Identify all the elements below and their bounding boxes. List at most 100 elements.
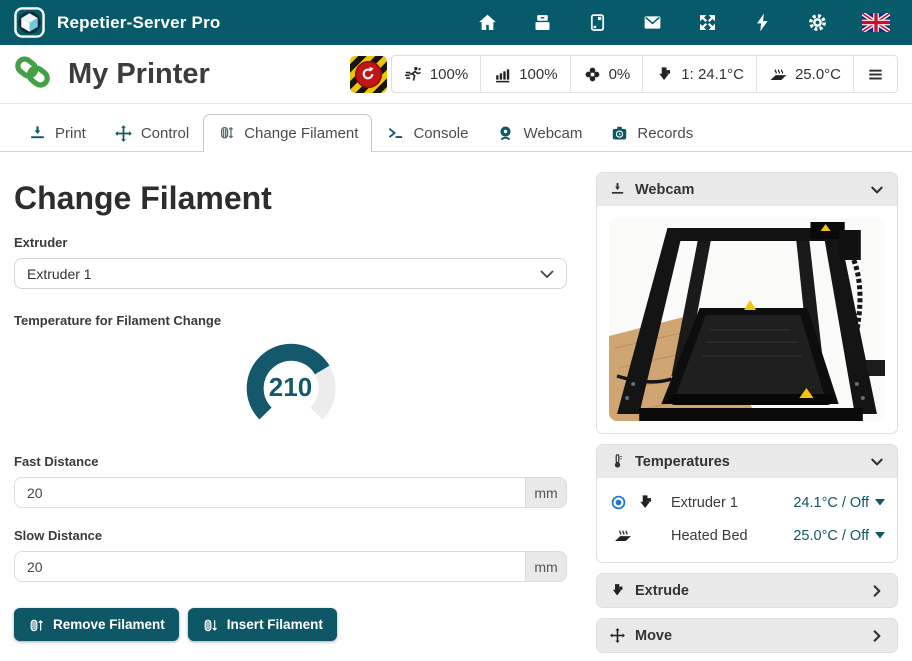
printer-tabbar: Print Control Change Filament Console We… — [0, 104, 912, 152]
slow-distance-unit: mm — [525, 551, 567, 582]
webcam-body — [597, 206, 897, 433]
control-move-icon — [114, 124, 133, 143]
manual-icon[interactable] — [587, 12, 608, 33]
extruder-temp-value: 1: 24.1°C — [681, 66, 744, 83]
chevron-right-icon — [869, 628, 885, 644]
brand-title[interactable]: Repetier-Server Pro — [57, 13, 220, 33]
fast-distance-group: mm — [14, 477, 567, 508]
fullscreen-icon[interactable] — [697, 12, 718, 33]
speed-status[interactable]: 100% — [392, 56, 480, 92]
navbar-icons — [477, 12, 890, 33]
temperature-gauge[interactable]: 210 — [239, 336, 343, 440]
radio-selected-icon[interactable] — [609, 493, 628, 512]
content: Change Filament Extruder Extruder 1 Temp… — [0, 152, 912, 661]
caret-down-icon — [875, 499, 885, 506]
temperature-gauge-value: 210 — [239, 372, 343, 403]
language-flag-icon[interactable] — [862, 13, 890, 32]
tab-records[interactable]: Records — [596, 114, 707, 152]
temperatures-body: Extruder 1 24.1°C / Off Heated Bed 25.0°… — [597, 478, 897, 562]
extruder-icon — [609, 582, 626, 599]
filament-down-icon — [202, 617, 218, 633]
console-icon — [386, 124, 405, 143]
fast-distance-unit: mm — [525, 477, 567, 508]
top-navbar: Repetier-Server Pro — [0, 0, 912, 45]
speed-value: 100% — [430, 66, 468, 83]
temperature-gauge-row: 210 — [14, 336, 567, 440]
tab-control[interactable]: Control — [100, 114, 203, 152]
move-panel-header[interactable]: Move — [597, 619, 897, 652]
extruder-select[interactable]: Extruder 1 — [14, 258, 567, 289]
printer-title: My Printer — [68, 58, 210, 91]
move-panel: Move — [596, 618, 898, 653]
insert-filament-button[interactable]: Insert Filament — [188, 608, 337, 641]
change-filament-icon — [217, 124, 236, 143]
slow-distance-label: Slow Distance — [14, 528, 567, 543]
extruder-icon — [655, 65, 674, 84]
temperature-row-extruder: Extruder 1 24.1°C / Off — [609, 486, 885, 519]
power-icon[interactable] — [752, 12, 773, 33]
fan-status[interactable]: 0% — [570, 56, 643, 92]
page-title: Change Filament — [14, 180, 567, 217]
heated-bed-icon — [769, 65, 788, 84]
webcam-panel-header[interactable]: Webcam — [597, 173, 897, 206]
sidebar: Webcam — [596, 164, 898, 661]
emergency-stop-icon — [355, 61, 382, 88]
slow-distance-group: mm — [14, 551, 567, 582]
extrude-panel-header[interactable]: Extrude — [597, 574, 897, 607]
change-filament-panel: Change Filament Extruder Extruder 1 Temp… — [14, 164, 567, 661]
home-icon[interactable] — [477, 12, 498, 33]
chevron-down-icon — [869, 182, 885, 198]
extruder-select-value: Extruder 1 — [27, 266, 92, 282]
tab-webcam[interactable]: Webcam — [482, 114, 596, 152]
bed-temp-dropdown[interactable]: 25.0°C / Off — [793, 528, 885, 544]
move-cross-icon — [609, 627, 626, 644]
flow-status[interactable]: 100% — [480, 56, 569, 92]
speed-icon — [404, 65, 423, 84]
records-camera-icon — [610, 124, 629, 143]
chevron-right-icon — [869, 583, 885, 599]
tab-print[interactable]: Print — [14, 114, 100, 152]
flow-value: 100% — [519, 66, 557, 83]
app-logo[interactable] — [14, 7, 45, 38]
status-group: 100% 100% 0% 1: 24.1°C 25.0°C — [391, 55, 898, 93]
slow-distance-input[interactable] — [14, 551, 525, 582]
extruder-icon — [636, 493, 655, 512]
extruder-temp-dropdown[interactable]: 24.1°C / Off — [793, 495, 885, 511]
heated-bed-icon — [609, 526, 637, 545]
fast-distance-label: Fast Distance — [14, 454, 567, 469]
settings-gear-icon[interactable] — [807, 12, 828, 33]
webcam-icon — [496, 124, 515, 143]
chevron-down-icon — [540, 270, 554, 278]
filament-actions: Remove Filament Insert Filament — [14, 608, 567, 641]
temperature-label: Temperature for Filament Change — [14, 313, 567, 328]
printer-menu-button[interactable] — [853, 56, 897, 92]
temperatures-panel-header[interactable]: Temperatures — [597, 445, 897, 478]
chevron-down-icon — [869, 454, 885, 470]
webcam-live-image — [609, 218, 885, 421]
filament-up-icon — [28, 617, 44, 633]
printers-icon[interactable] — [532, 12, 553, 33]
bed-temp-value: 25.0°C — [795, 66, 841, 83]
temperature-input[interactable] — [455, 342, 491, 430]
print-icon — [28, 124, 47, 143]
printer-connected-link-icon — [14, 53, 56, 95]
thermometer-icon — [609, 453, 626, 470]
remove-filament-button[interactable]: Remove Filament — [14, 608, 179, 641]
messages-icon[interactable] — [642, 12, 663, 33]
fan-icon — [583, 65, 602, 84]
printer-status-bar: 100% 100% 0% 1: 24.1°C 25.0°C — [350, 55, 898, 93]
hamburger-menu-icon — [866, 65, 885, 84]
extruder-temp-status[interactable]: 1: 24.1°C — [642, 56, 756, 92]
temperatures-panel: Temperatures Extruder 1 24.1°C / Off — [596, 444, 898, 563]
bed-temp-status[interactable]: 25.0°C — [756, 56, 853, 92]
extrude-panel: Extrude — [596, 573, 898, 608]
tab-change-filament[interactable]: Change Filament — [203, 114, 372, 152]
fast-distance-input[interactable] — [14, 477, 525, 508]
fan-value: 0% — [609, 66, 631, 83]
emergency-stop-button[interactable] — [350, 56, 387, 93]
flow-icon — [493, 65, 512, 84]
caret-down-icon — [875, 532, 885, 539]
print-icon — [609, 181, 626, 198]
tab-console[interactable]: Console — [372, 114, 482, 152]
extruder-label: Extruder — [14, 235, 567, 250]
